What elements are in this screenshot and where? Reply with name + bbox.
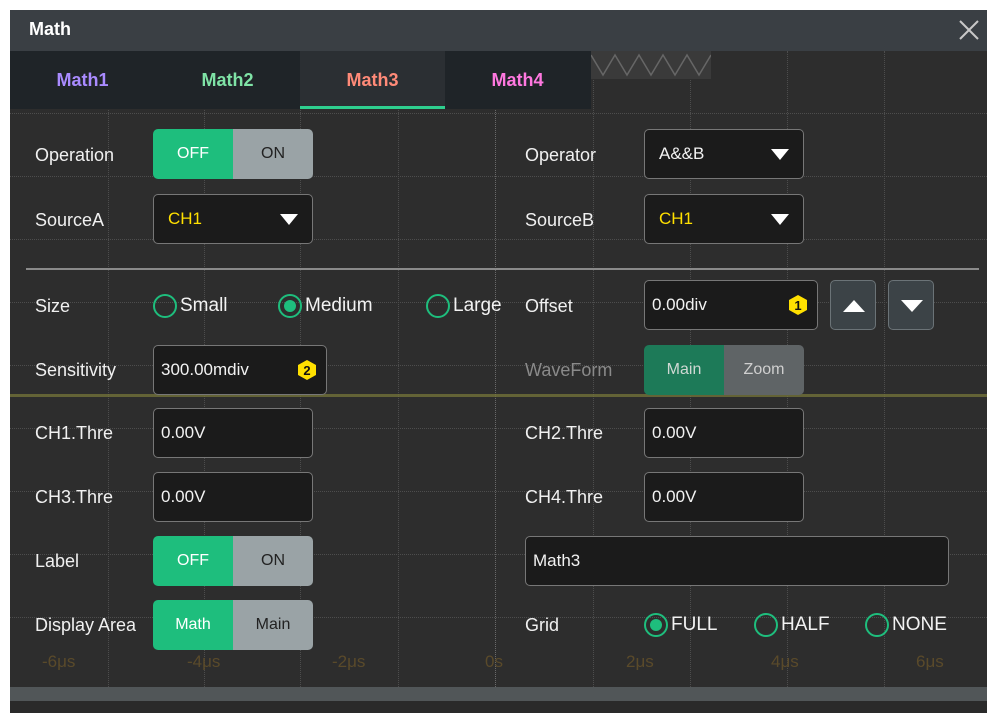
tab-math2[interactable]: Math2 <box>155 51 300 109</box>
math-tabs: Math1 Math2 Math3 Math4 <box>10 51 591 109</box>
offset-value: 0.00div <box>652 295 707 314</box>
size-large-radio[interactable]: Large <box>426 294 502 318</box>
grid-full-radio[interactable]: FULL <box>644 613 717 637</box>
display-area-main-option[interactable]: Main <box>233 600 313 650</box>
sourcea-dropdown[interactable]: CH1 <box>153 194 313 244</box>
axis-tick-label: 4μs <box>771 652 799 671</box>
display-area-math-option[interactable]: Math <box>153 600 233 650</box>
label-toggle[interactable]: OFF ON <box>153 536 313 586</box>
radio-selected-icon <box>644 613 668 637</box>
waveform-zoom-option[interactable]: Zoom <box>724 345 804 395</box>
grid-none-label: NONE <box>892 614 947 635</box>
footer-strip <box>10 701 987 713</box>
ch1-thre-value: 0.00V <box>161 423 206 442</box>
size-medium-label: Medium <box>305 295 373 316</box>
radio-circle-icon <box>754 613 778 637</box>
waveform-preview <box>590 51 712 79</box>
axis-tick-label: -6μs <box>42 652 76 671</box>
radio-selected-icon <box>278 294 302 318</box>
sensitivity-label: Sensitivity <box>35 360 117 380</box>
sourceb-dropdown[interactable]: CH1 <box>644 194 804 244</box>
axis-tick-label: 2μs <box>626 652 654 671</box>
label-text-value: Math3 <box>533 551 581 570</box>
ch3-thre-label: CH3.Thre <box>35 487 114 507</box>
axis-tick-label: 0s <box>485 652 503 671</box>
ch1-thre-label: CH1.Thre <box>35 423 114 443</box>
axis-tick-label: -4μs <box>187 652 221 671</box>
display-area-label: Display Area <box>35 615 137 635</box>
radio-circle-icon <box>153 294 177 318</box>
section-divider <box>26 268 979 270</box>
operation-toggle[interactable]: OFF ON <box>153 129 313 179</box>
horizontal-scrollbar[interactable] <box>10 687 987 701</box>
operation-off-option[interactable]: OFF <box>153 129 233 179</box>
tab-math1[interactable]: Math1 <box>10 51 155 109</box>
knob-number: 2 <box>303 363 310 378</box>
offset-up-button[interactable] <box>830 280 876 330</box>
ch1-thre-input[interactable]: 0.00V <box>153 408 313 458</box>
sensitivity-value: 300.00mdiv <box>161 360 249 379</box>
operator-value: A&&B <box>659 144 705 163</box>
chevron-down-icon <box>280 214 298 225</box>
operation-on-option[interactable]: ON <box>233 129 313 179</box>
ch2-thre-label: CH2.Thre <box>525 423 604 443</box>
size-medium-radio[interactable]: Medium <box>278 294 373 318</box>
waveform-label: WaveForm <box>525 360 613 380</box>
waveform-toggle[interactable]: Main Zoom <box>644 345 804 395</box>
label-off-option[interactable]: OFF <box>153 536 233 586</box>
multipurpose-knob-icon: 1 <box>789 295 807 315</box>
ch3-thre-value: 0.00V <box>161 487 206 506</box>
sourcea-label: SourceA <box>35 210 105 230</box>
multipurpose-knob-icon: 2 <box>298 360 316 380</box>
operator-dropdown[interactable]: A&&B <box>644 129 804 179</box>
size-label: Size <box>35 296 71 316</box>
tab-math4[interactable]: Math4 <box>445 51 590 109</box>
offset-label: Offset <box>525 296 573 316</box>
operation-label: Operation <box>35 145 115 165</box>
title-bar: Math <box>10 10 987 51</box>
axis-tick-label: -2μs <box>332 652 366 671</box>
sourcea-value: CH1 <box>168 209 203 228</box>
close-icon[interactable] <box>955 16 983 44</box>
ch2-thre-input[interactable]: 0.00V <box>644 408 804 458</box>
chevron-down-icon <box>771 149 789 160</box>
size-large-label: Large <box>453 295 502 316</box>
grid-none-radio[interactable]: NONE <box>865 613 947 637</box>
sourceb-value: CH1 <box>659 209 694 228</box>
label-text-input[interactable]: Math3 <box>525 536 949 586</box>
ch4-thre-input[interactable]: 0.00V <box>644 472 804 522</box>
label-on-option[interactable]: ON <box>233 536 313 586</box>
display-area-toggle[interactable]: Math Main <box>153 600 313 650</box>
grid-label: Grid <box>525 615 560 635</box>
ch4-thre-value: 0.00V <box>652 487 697 506</box>
ch2-thre-value: 0.00V <box>652 423 697 442</box>
arrow-down-icon <box>901 300 923 312</box>
chevron-down-icon <box>771 214 789 225</box>
knob-number: 1 <box>794 298 801 313</box>
size-small-radio[interactable]: Small <box>153 294 228 318</box>
grid-full-label: FULL <box>671 614 718 635</box>
dialog-title: Math <box>29 19 71 39</box>
offset-input[interactable]: 0.00div 1 <box>644 280 818 330</box>
sensitivity-input[interactable]: 300.00mdiv 2 <box>153 345 327 395</box>
operator-label: Operator <box>525 145 597 165</box>
ch3-thre-input[interactable]: 0.00V <box>153 472 313 522</box>
arrow-up-icon <box>843 300 865 312</box>
size-small-label: Small <box>180 295 228 316</box>
radio-circle-icon <box>865 613 889 637</box>
tab-math3[interactable]: Math3 <box>300 51 445 109</box>
ch4-thre-label: CH4.Thre <box>525 487 604 507</box>
math-dialog: T Math Math1 Math2 Math3 Math4 Operation… <box>10 10 987 713</box>
grid-half-radio[interactable]: HALF <box>754 613 830 637</box>
label-toggle-label: Label <box>35 551 80 571</box>
axis-tick-label: 6μs <box>916 652 944 671</box>
waveform-main-option[interactable]: Main <box>644 345 724 395</box>
offset-down-button[interactable] <box>888 280 934 330</box>
grid-half-label: HALF <box>781 614 830 635</box>
sourceb-label: SourceB <box>525 210 595 230</box>
radio-circle-icon <box>426 294 450 318</box>
